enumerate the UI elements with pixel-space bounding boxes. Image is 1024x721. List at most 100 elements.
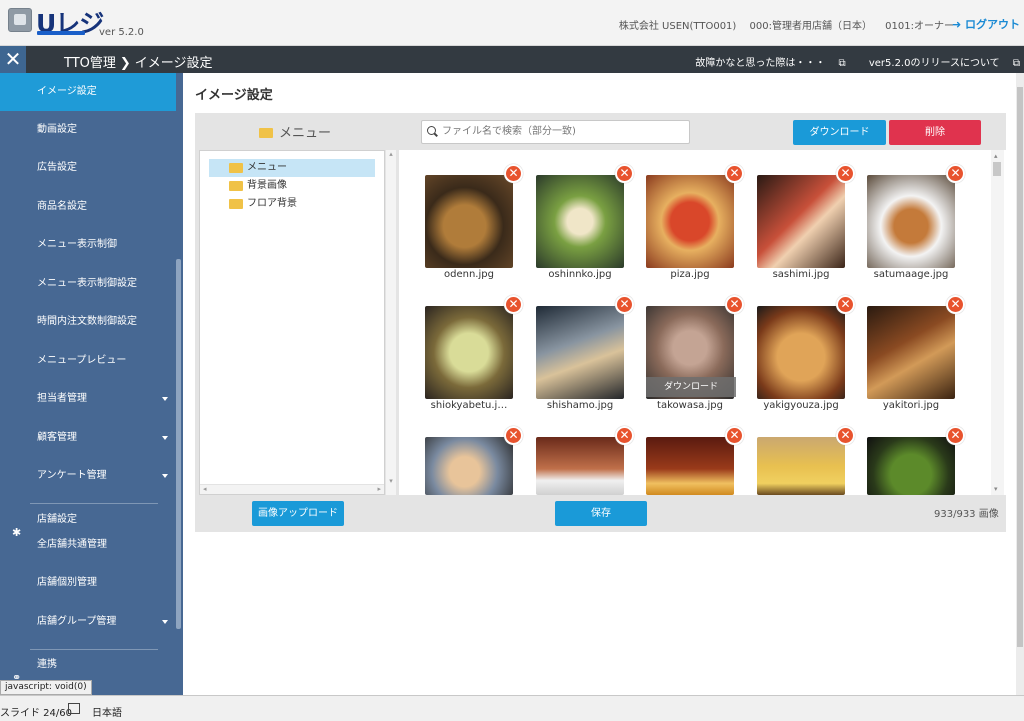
save-button[interactable]: 保存: [555, 501, 647, 526]
remove-image-icon[interactable]: ✕: [725, 295, 744, 314]
food-photo: [536, 437, 624, 495]
delete-button[interactable]: 削除: [889, 120, 981, 145]
download-button[interactable]: ダウンロード: [793, 120, 886, 145]
scroll-left-icon[interactable]: ◂: [203, 485, 207, 493]
image-tile[interactable]: [867, 175, 955, 268]
sidebar-item-integration[interactable]: ⚭ 連携: [0, 646, 176, 684]
food-photo: [425, 306, 513, 399]
image-tile[interactable]: [757, 437, 845, 495]
image-tile[interactable]: [425, 306, 513, 399]
image-filename: takowasa.jpg: [657, 400, 723, 411]
sidebar-item-staff[interactable]: 担当者管理: [0, 380, 176, 418]
issue-link[interactable]: 故障かなと思った際は・・・ ⧉: [685, 58, 845, 69]
tree-horizontal-scrollbar[interactable]: ◂ ▸: [200, 484, 384, 494]
image-tile[interactable]: [757, 306, 845, 399]
remove-image-icon[interactable]: ✕: [615, 426, 634, 445]
scroll-up-icon[interactable]: ▴: [994, 152, 998, 160]
search-input[interactable]: ファイル名で検索（部分一致): [421, 120, 690, 144]
scroll-up-icon[interactable]: ▴: [386, 150, 396, 158]
sidebar-item-menu-display[interactable]: メニュー表示制御: [0, 226, 176, 264]
top-header: Uレジ ver 5.2.0 株式会社 USEN(TTO001) 000:管理者用…: [0, 0, 1024, 46]
sidebar-item-survey[interactable]: アンケート管理: [0, 457, 176, 495]
scroll-down-icon[interactable]: ▾: [386, 477, 396, 485]
remove-image-icon[interactable]: ✕: [504, 164, 523, 183]
sidebar-item-customers[interactable]: 顧客管理: [0, 419, 176, 457]
sidebar-item-video-settings[interactable]: 動画設定: [0, 111, 176, 149]
image-filename: shishamo.jpg: [546, 400, 614, 411]
caret-down-icon: [162, 474, 168, 478]
sidebar-item-each-store[interactable]: 店舗個別管理: [0, 564, 176, 602]
sidebar-item-all-stores[interactable]: 全店舗共通管理: [0, 526, 176, 564]
folder-icon: [229, 181, 243, 191]
page-title: イメージ設定: [195, 88, 273, 103]
image-tile[interactable]: [536, 306, 624, 399]
folder-item-menu[interactable]: メニュー: [209, 159, 375, 177]
store-name: 000:管理者用店舗（日本）: [749, 21, 872, 32]
remove-image-icon[interactable]: ✕: [615, 295, 634, 314]
release-link[interactable]: ver5.2.0のリリースについて ⧉: [859, 58, 1020, 69]
image-tile[interactable]: [536, 437, 624, 495]
sidebar-item-label: 顧客管理: [37, 432, 77, 443]
image-tile[interactable]: [867, 306, 955, 399]
logout-label: ログアウト: [965, 18, 1020, 31]
caret-down-icon: [162, 397, 168, 401]
image-count: 933/933 画像: [934, 509, 999, 520]
food-photo: [646, 437, 734, 495]
sidebar-item-product-name[interactable]: 商品名設定: [0, 188, 176, 226]
tree-vertical-scrollbar[interactable]: ▴ ▾: [386, 150, 396, 495]
close-menu-button[interactable]: ✕: [0, 46, 26, 73]
image-tile[interactable]: [757, 175, 845, 268]
logo-underline: [37, 31, 85, 35]
breadcrumb-parent[interactable]: TTO管理: [64, 56, 116, 71]
remove-image-icon[interactable]: ✕: [615, 164, 634, 183]
image-tile[interactable]: [425, 437, 513, 495]
notes-icon[interactable]: [68, 703, 80, 714]
user-name: 0101:オーナー: [885, 21, 954, 32]
page-scrollbar[interactable]: [1016, 73, 1024, 695]
sidebar-item-ad-settings[interactable]: 広告設定: [0, 149, 176, 187]
remove-image-icon[interactable]: ✕: [946, 164, 965, 183]
remove-image-icon[interactable]: ✕: [725, 164, 744, 183]
image-tile[interactable]: [536, 175, 624, 268]
food-photo: [536, 175, 624, 268]
remove-image-icon[interactable]: ✕: [504, 295, 523, 314]
company-name: 株式会社 USEN(TTO001): [618, 21, 737, 32]
remove-image-icon[interactable]: ✕: [836, 295, 855, 314]
sidebar-item-label: 商品名設定: [37, 201, 87, 212]
logout-link[interactable]: ➜ ログアウト: [952, 16, 1020, 32]
sidebar-scrollbar[interactable]: [176, 259, 181, 629]
folder-item-floor-background[interactable]: フロア背景: [209, 195, 375, 213]
sidebar-item-store-group[interactable]: 店舗グループ管理: [0, 603, 176, 641]
sidebar-item-image-settings[interactable]: イメージ設定: [0, 73, 176, 111]
image-tile[interactable]: [425, 175, 513, 268]
sidebar-item-label: 連携: [37, 659, 57, 670]
scroll-down-icon[interactable]: ▾: [994, 485, 998, 493]
remove-image-icon[interactable]: ✕: [946, 426, 965, 445]
image-tile[interactable]: [646, 175, 734, 268]
scroll-thumb[interactable]: [1017, 87, 1023, 647]
folder-item-background[interactable]: 背景画像: [209, 177, 375, 195]
scroll-right-icon[interactable]: ▸: [377, 485, 381, 493]
navbar-links: 故障かなと思った際は・・・ ⧉ ver5.2.0のリリースについて ⧉: [675, 54, 1020, 69]
remove-image-icon[interactable]: ✕: [836, 426, 855, 445]
app-version: ver 5.2.0: [99, 27, 144, 38]
remove-image-icon[interactable]: ✕: [725, 426, 744, 445]
food-photo: [867, 175, 955, 268]
sidebar-item-label: 動画設定: [37, 124, 77, 135]
app-logo-icon: [8, 8, 32, 32]
scroll-thumb[interactable]: [993, 162, 1001, 176]
sidebar-item-menu-display-settings[interactable]: メニュー表示制御設定: [0, 265, 176, 303]
sidebar-item-order-limit[interactable]: 時間内注文数制御設定: [0, 303, 176, 341]
remove-image-icon[interactable]: ✕: [504, 426, 523, 445]
upload-button[interactable]: 画像アップロード: [252, 501, 344, 526]
image-tile[interactable]: [867, 437, 955, 495]
folder-label: メニュー: [247, 162, 287, 173]
sidebar-item-menu-preview[interactable]: メニュープレビュー: [0, 342, 176, 380]
grid-scrollbar[interactable]: ▴ ▾: [991, 150, 1004, 495]
food-photo: [646, 175, 734, 268]
remove-image-icon[interactable]: ✕: [946, 295, 965, 314]
tile-download-button[interactable]: ダウンロード: [646, 377, 736, 397]
remove-image-icon[interactable]: ✕: [836, 164, 855, 183]
external-link-icon: ⧉: [838, 58, 846, 69]
image-tile[interactable]: [646, 437, 734, 495]
